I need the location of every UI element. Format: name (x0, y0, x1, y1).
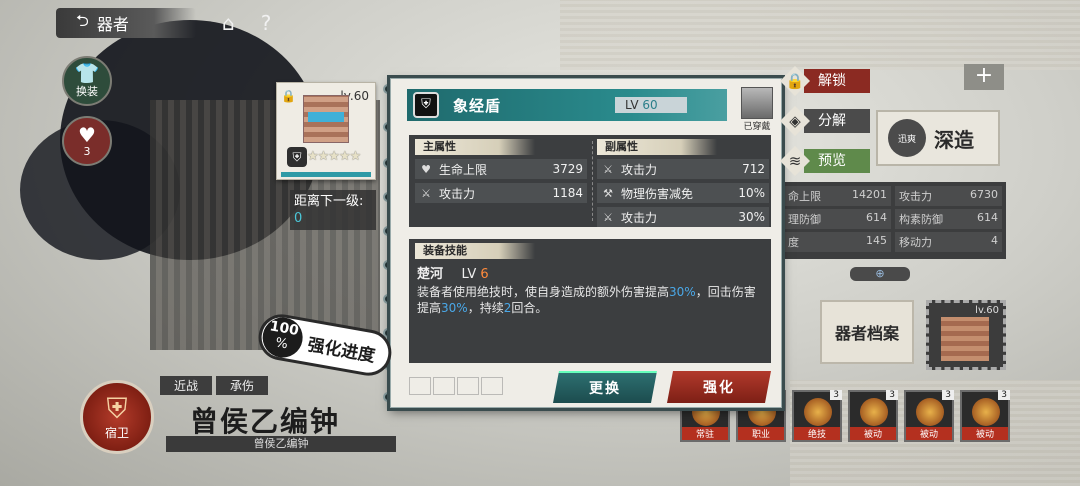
tag-tank: 承伤 (216, 376, 269, 395)
preview-button[interactable]: ≋ 预览 (780, 146, 870, 176)
equipment-detail-panel: ⛨ 象经盾 LV 60 已穿戴 主属性 ♥ 生命上限 3729 ⚔ 攻击力 1184… (390, 78, 782, 408)
attr-row: ⚔ 攻击力 30% (597, 207, 769, 227)
fetter-badge: 3 (83, 144, 91, 158)
skill-name: 楚河 LV 6 (417, 267, 489, 282)
equipped-label: 已穿戴 (743, 122, 771, 132)
shield-type-icon: ⛨ (287, 147, 307, 167)
character-portrait (741, 87, 773, 119)
star-rating: ★★★★★ (307, 149, 361, 164)
stat-cell: 度 145 (784, 232, 891, 252)
stat-cell: 攻击力 6730 (895, 186, 1002, 206)
back-label: 器者 (96, 15, 129, 34)
stats-table: 命上限 14201 攻击力 6730 理防御 614 构素防御 614 度 145 移动力… (780, 182, 1006, 259)
deep-training-label: 深造 (934, 127, 974, 152)
main-attributes: 主属性 ♥ 生命上限 3729 ⚔ 攻击力 1184 (415, 139, 587, 207)
equipped-by[interactable]: 已穿戴 (741, 87, 773, 132)
character-name: 曾侯乙编钟 (190, 405, 341, 438)
unlock-button[interactable]: 🔒 解锁 (780, 66, 870, 96)
skill-icon (972, 398, 1000, 426)
progress-label: 强化进度 (306, 334, 377, 367)
preview-label: 预览 (804, 149, 870, 173)
heart-icon: ♥ (78, 122, 96, 147)
character-subtitle: 曾侯乙编钟 (166, 436, 396, 452)
lock-icon: 🔒 (281, 89, 296, 103)
outfit-icon: 👕 (74, 61, 100, 85)
help-icon[interactable]: ? (261, 11, 272, 35)
upgrade-button[interactable]: 强化 (667, 371, 771, 403)
thumb-level: lv.60 (975, 305, 999, 316)
progress-percent: 100% (259, 314, 306, 361)
swap-label: 换装 (76, 85, 98, 98)
crossed-swords-icon: ⚔ (603, 210, 613, 224)
equipment-name: 象经盾 (453, 96, 502, 115)
deep-training-button[interactable]: 迅爽 深造 (876, 110, 1000, 166)
attr-row: ⚔ 攻击力 1184 (415, 183, 587, 203)
equipment-header: ⛨ 象经盾 LV 60 (407, 89, 727, 121)
unlock-label: 解锁 (804, 69, 870, 93)
decompose-button[interactable]: ◈ 分解 (780, 106, 870, 136)
skill-icon (916, 398, 944, 426)
attr-row: ⚔ 攻击力 712 (597, 159, 769, 179)
equipment-thumbnail[interactable]: lv.60 (926, 300, 1006, 370)
skill-icon (860, 398, 888, 426)
stat-cell: 移动力 4 (895, 232, 1002, 252)
back-arrow-icon: ⮌ (76, 10, 89, 30)
equipment-card[interactable]: 🔒 lv.60 ⛨ ★★★★★ (276, 82, 376, 180)
skill-slot[interactable]: 绝技 3 (792, 390, 842, 442)
skill-icon (804, 398, 832, 426)
exp-bar (281, 172, 371, 177)
equipment-level-badge: LV 60 (615, 97, 687, 113)
heart-icon: ♥ (421, 162, 431, 176)
sub-attr-title: 副属性 (597, 139, 717, 155)
equipment-skill-box: 装备技能 楚河 LV 6 装备者使用绝技时，使自身造成的额外伤害提高30%，回击… (409, 239, 771, 363)
shield-art (941, 317, 989, 361)
stat-cell: 构素防御 614 (895, 209, 1002, 229)
home-icon[interactable]: ⌂ (222, 11, 235, 35)
divider (592, 141, 593, 221)
next-level-value: 0 (294, 211, 303, 226)
skill-slot[interactable]: 被动 3 (848, 390, 898, 442)
swap-outfit-button[interactable]: 👕 换装 (62, 56, 112, 106)
attr-row: ♥ 生命上限 3729 (415, 159, 587, 179)
add-icon[interactable]: + (964, 64, 1004, 90)
decorative-stamps (409, 377, 529, 399)
stat-cell: 理防御 614 (784, 209, 891, 229)
archive-button[interactable]: 器者档案 (820, 300, 914, 364)
fetter-button[interactable]: ♥ 3 (62, 116, 112, 166)
sword-reduce-icon: ⚒ (603, 186, 613, 200)
top-bar: ⮌ 器者 ⌂ ? (56, 8, 271, 38)
next-level-label: 距离下一级: (294, 194, 364, 209)
stat-cell: 命上限 14201 (784, 186, 891, 206)
skill-slot[interactable]: 被动 3 (960, 390, 1010, 442)
replace-button[interactable]: 更换 (553, 371, 657, 403)
skill-description: 装备者使用绝技时，使自身造成的额外伤害提高30%，回击伤害提高30%，持续2回合… (417, 285, 756, 315)
character-tags: 近战 承伤 (160, 376, 269, 395)
tag-melee: 近战 (160, 376, 213, 395)
character-class-label: 宿卫 (104, 425, 129, 440)
guard-icon: ⛨ (106, 391, 128, 425)
next-level-info: 距离下一级: 0 (290, 190, 376, 230)
crossed-swords-icon: ⚔ (421, 186, 431, 200)
sub-attributes: 副属性 ⚔ 攻击力 712 ⚒ 物理伤害减免 10% ⚔ 攻击力 30% (597, 139, 769, 231)
shield-icon: ⛨ (413, 92, 439, 118)
attr-row: ⚒ 物理伤害减免 10% (597, 183, 769, 203)
zoom-icon[interactable]: ⊕ (850, 267, 910, 281)
shield-art (303, 95, 349, 143)
skill-slot[interactable]: 被动 3 (904, 390, 954, 442)
decompose-label: 分解 (804, 109, 870, 133)
character-class-badge: ⛨ 宿卫 (80, 380, 154, 454)
back-button[interactable]: ⮌ 器者 (56, 8, 196, 38)
deep-emblem: 迅爽 (888, 119, 926, 157)
attributes-box: 主属性 ♥ 生命上限 3729 ⚔ 攻击力 1184 副属性 ⚔ 攻击力 712 ⚒ … (409, 135, 771, 227)
main-attr-title: 主属性 (415, 139, 535, 155)
crossed-swords-icon: ⚔ (603, 162, 613, 176)
skill-title: 装备技能 (415, 243, 535, 259)
